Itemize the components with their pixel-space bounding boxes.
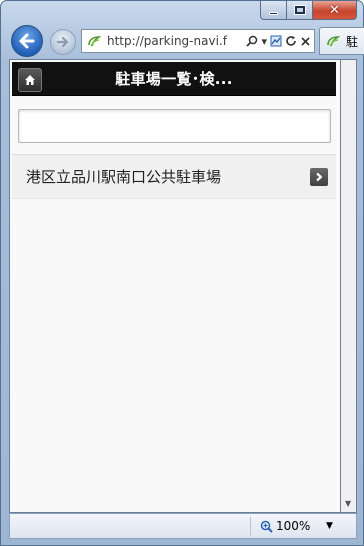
- search-icon[interactable]: [246, 35, 258, 47]
- page-title: 駐車場一覧･検...: [115, 70, 233, 88]
- tab-favicon-icon: [327, 36, 340, 47]
- back-arrow-icon: [19, 33, 35, 49]
- compatibility-icon[interactable]: [270, 35, 282, 47]
- close-icon: ✕: [329, 2, 340, 18]
- forward-arrow-icon: [56, 36, 69, 48]
- list-item[interactable]: 港区立品川駅南口公共駐車場: [12, 155, 336, 199]
- url-text: http://parking-navi.f: [107, 34, 227, 48]
- stop-icon[interactable]: [300, 36, 311, 47]
- browser-window: ✕ http://parking-navi.f ▾ 駐 駐車場一覧･検... 港…: [0, 0, 364, 546]
- refresh-icon[interactable]: [285, 35, 297, 47]
- forward-button[interactable]: [50, 29, 76, 55]
- page-header: 駐車場一覧･検...: [12, 62, 336, 96]
- status-bar: 100% ▼: [9, 513, 357, 539]
- parking-list: 港区立品川駅南口公共駐車場: [12, 154, 336, 199]
- home-button[interactable]: [18, 68, 42, 92]
- address-tools: ▾: [243, 35, 314, 48]
- back-button[interactable]: [11, 25, 43, 57]
- dropdown-arrow-icon[interactable]: ▾: [261, 35, 267, 48]
- chevron-right-icon[interactable]: [310, 168, 328, 186]
- zoom-level: 100%: [276, 519, 311, 533]
- maximize-button[interactable]: [287, 1, 313, 20]
- vertical-scrollbar[interactable]: ▼: [341, 59, 357, 513]
- address-bar[interactable]: http://parking-navi.f ▾: [81, 29, 315, 53]
- zoom-icon: [260, 520, 273, 533]
- maximize-icon: [293, 5, 306, 15]
- zoom-dropdown-icon[interactable]: ▼: [326, 521, 333, 531]
- chevron-right-glyph-icon: [316, 172, 323, 182]
- close-button[interactable]: ✕: [313, 1, 357, 20]
- browser-tab[interactable]: 駐: [319, 27, 364, 55]
- zoom-control[interactable]: 100%: [260, 519, 310, 533]
- minimize-icon: [269, 11, 278, 15]
- status-divider: [250, 517, 251, 536]
- site-favicon-icon: [88, 36, 101, 47]
- tab-title: 駐: [346, 34, 359, 49]
- browser-toolbar: http://parking-navi.f ▾ 駐: [9, 23, 364, 57]
- search-area: [12, 96, 336, 154]
- search-input[interactable]: [18, 109, 331, 143]
- minimize-button[interactable]: [260, 1, 287, 20]
- scroll-down-arrow-icon[interactable]: ▼: [345, 499, 351, 508]
- list-item-label: 港区立品川駅南口公共駐車場: [26, 168, 222, 186]
- page-body: 駐車場一覧･検... 港区立品川駅南口公共駐車場: [12, 62, 336, 510]
- page-viewport: 駐車場一覧･検... 港区立品川駅南口公共駐車場: [9, 59, 341, 513]
- home-icon: [25, 75, 35, 85]
- window-controls: ✕: [260, 1, 357, 21]
